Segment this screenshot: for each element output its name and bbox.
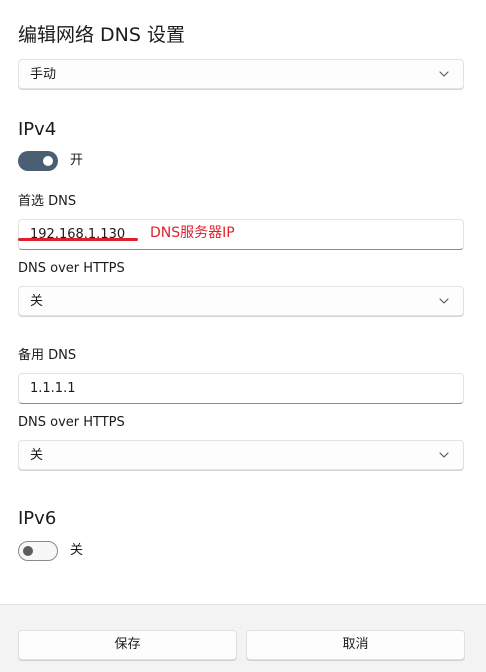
annotation-text: DNS服务器IP (150, 225, 235, 241)
preferred-doh-value: 关 (30, 294, 44, 309)
preferred-doh-select[interactable]: 关 (18, 286, 464, 316)
alternate-dns-label: 备用 DNS (18, 348, 77, 363)
ipv6-toggle-state: 关 (70, 543, 84, 558)
chevron-down-icon (439, 452, 449, 458)
chevron-down-icon (439, 298, 449, 304)
ipv4-section-title: IPv4 (18, 119, 57, 140)
mode-select[interactable]: 手动 (18, 59, 464, 89)
dialog-title: 编辑网络 DNS 设置 (18, 24, 185, 46)
alternate-dns-value: 1.1.1.1 (30, 381, 76, 396)
ipv6-section-title: IPv6 (18, 508, 57, 529)
chevron-down-icon (439, 71, 449, 77)
ipv4-toggle[interactable] (18, 151, 58, 171)
preferred-doh-label: DNS over HTTPS (18, 261, 125, 276)
alternate-dns-input[interactable]: 1.1.1.1 (18, 373, 464, 404)
ipv6-toggle[interactable] (18, 541, 58, 561)
alternate-doh-value: 关 (30, 448, 44, 463)
mode-select-value: 手动 (30, 67, 57, 82)
preferred-dns-value: 192.168.1.130 (30, 227, 126, 242)
save-button[interactable]: 保存 (18, 630, 237, 660)
alternate-doh-label: DNS over HTTPS (18, 415, 125, 430)
alternate-doh-select[interactable]: 关 (18, 440, 464, 470)
cancel-button[interactable]: 取消 (246, 630, 465, 660)
toggle-knob (23, 546, 33, 556)
annotation-underline (18, 238, 138, 241)
toggle-knob (43, 156, 53, 166)
ipv4-toggle-state: 开 (70, 153, 84, 168)
preferred-dns-input[interactable]: 192.168.1.130 (18, 219, 464, 250)
preferred-dns-label: 首选 DNS (18, 194, 77, 209)
